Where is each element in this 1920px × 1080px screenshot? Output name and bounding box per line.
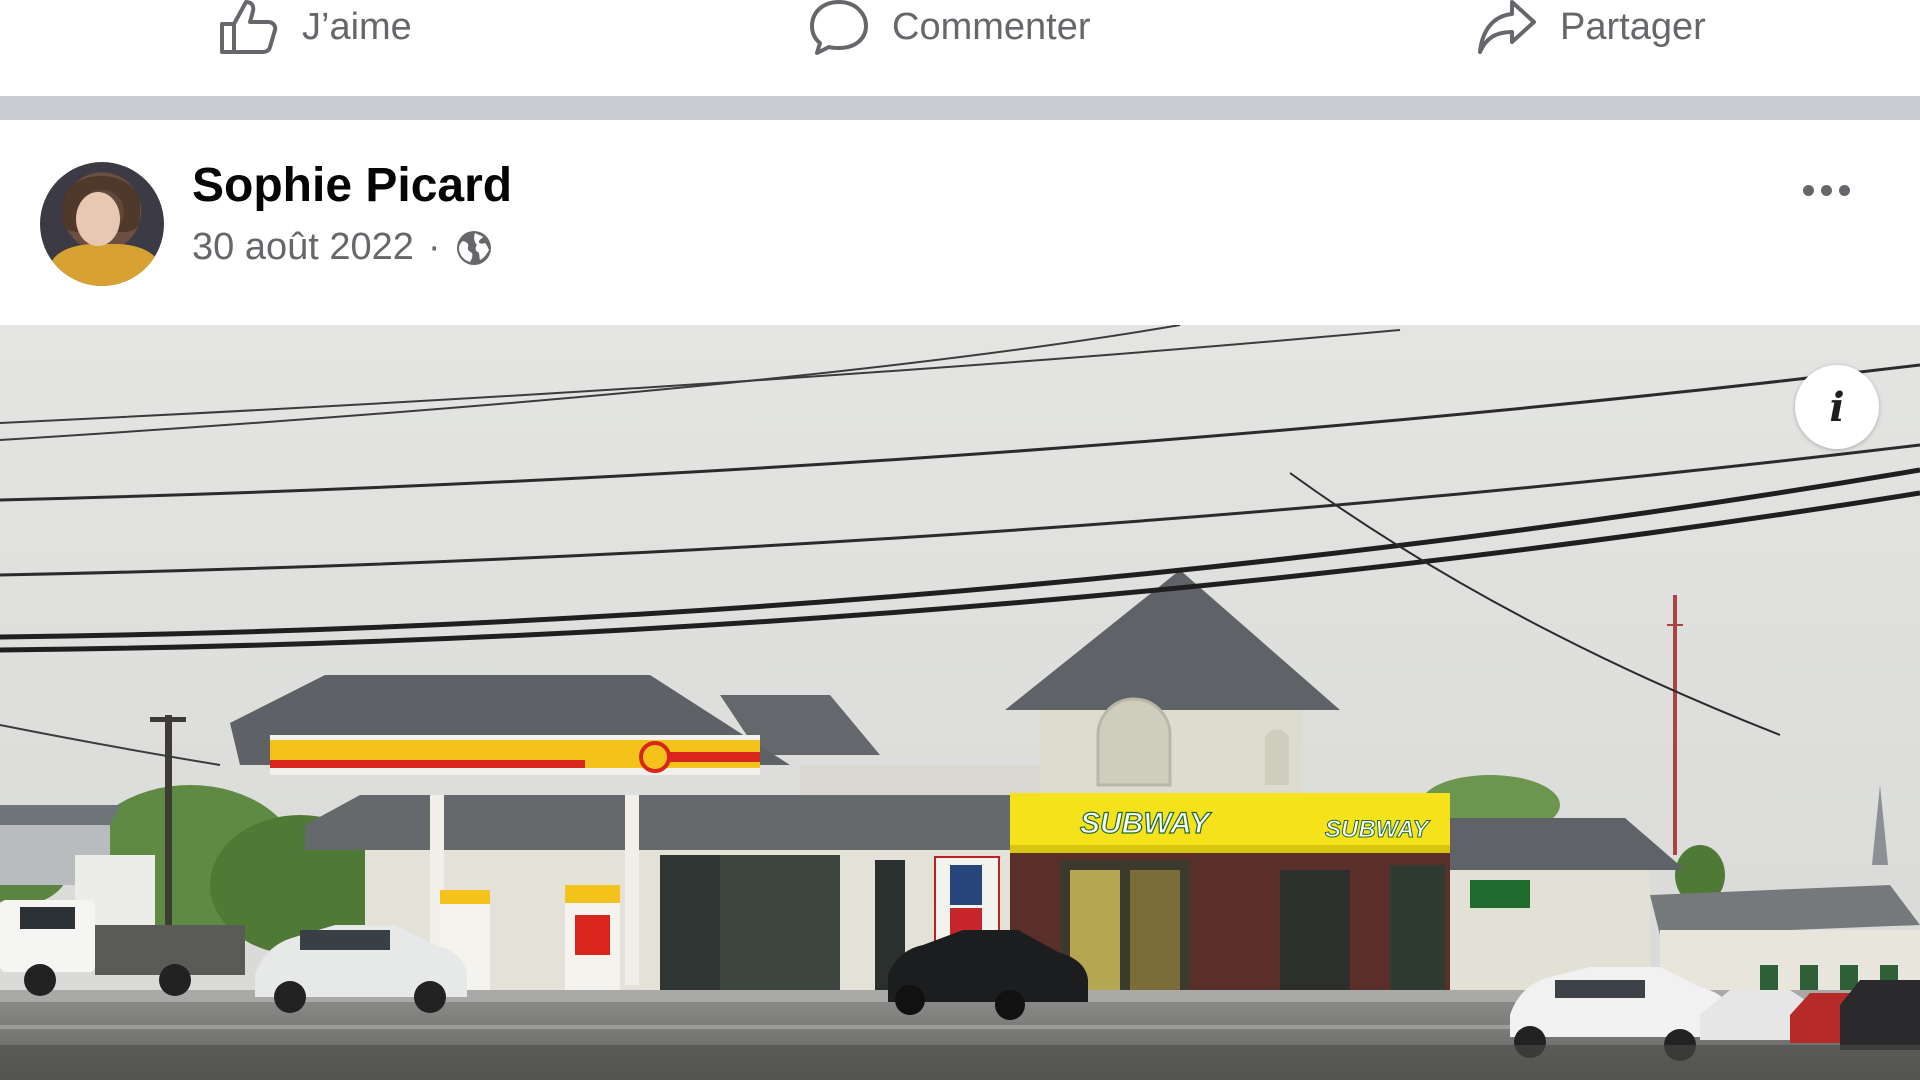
post-author-name[interactable]: Sophie Picard — [192, 158, 512, 213]
post-date[interactable]: 30 août 2022 — [192, 226, 414, 269]
subway-sign-main: SUBWAY — [1080, 807, 1212, 840]
share-button[interactable]: Partager — [1476, 0, 1706, 54]
post-header: Sophie Picard 30 août 2022 · — [0, 120, 1920, 325]
comment-button[interactable]: Commenter — [808, 0, 1091, 55]
feed-separator — [0, 96, 1920, 120]
avatar[interactable] — [40, 162, 164, 286]
post-photo[interactable]: SUBWAY SUBWAY i — [0, 325, 1920, 1080]
post-meta: 30 août 2022 · — [192, 226, 493, 269]
globe-icon — [456, 230, 491, 265]
facebook-feed: J’aime Commenter Partager Sophie Picard … — [0, 0, 1920, 1080]
more-dot — [1838, 184, 1850, 196]
thumbs-up-icon — [220, 0, 278, 54]
photo-info-button[interactable]: i — [1795, 365, 1879, 449]
post-action-bar: J’aime Commenter Partager — [0, 0, 1920, 96]
comment-bubble-icon — [810, 0, 868, 55]
gas-station-photo: SUBWAY SUBWAY — [0, 325, 1920, 1080]
comment-label: Commenter — [892, 5, 1091, 48]
share-label: Partager — [1560, 5, 1706, 48]
meta-separator: · — [427, 226, 441, 268]
like-button[interactable]: J’aime — [218, 0, 412, 54]
like-label: J’aime — [302, 5, 412, 48]
more-dot — [1820, 184, 1832, 196]
more-dot — [1802, 184, 1814, 196]
post-more-options-button[interactable] — [1786, 170, 1866, 210]
subway-sign-secondary: SUBWAY — [1325, 816, 1431, 843]
share-arrow-icon — [1478, 0, 1536, 54]
avatar-jacket — [50, 244, 160, 286]
avatar-face — [76, 192, 120, 246]
